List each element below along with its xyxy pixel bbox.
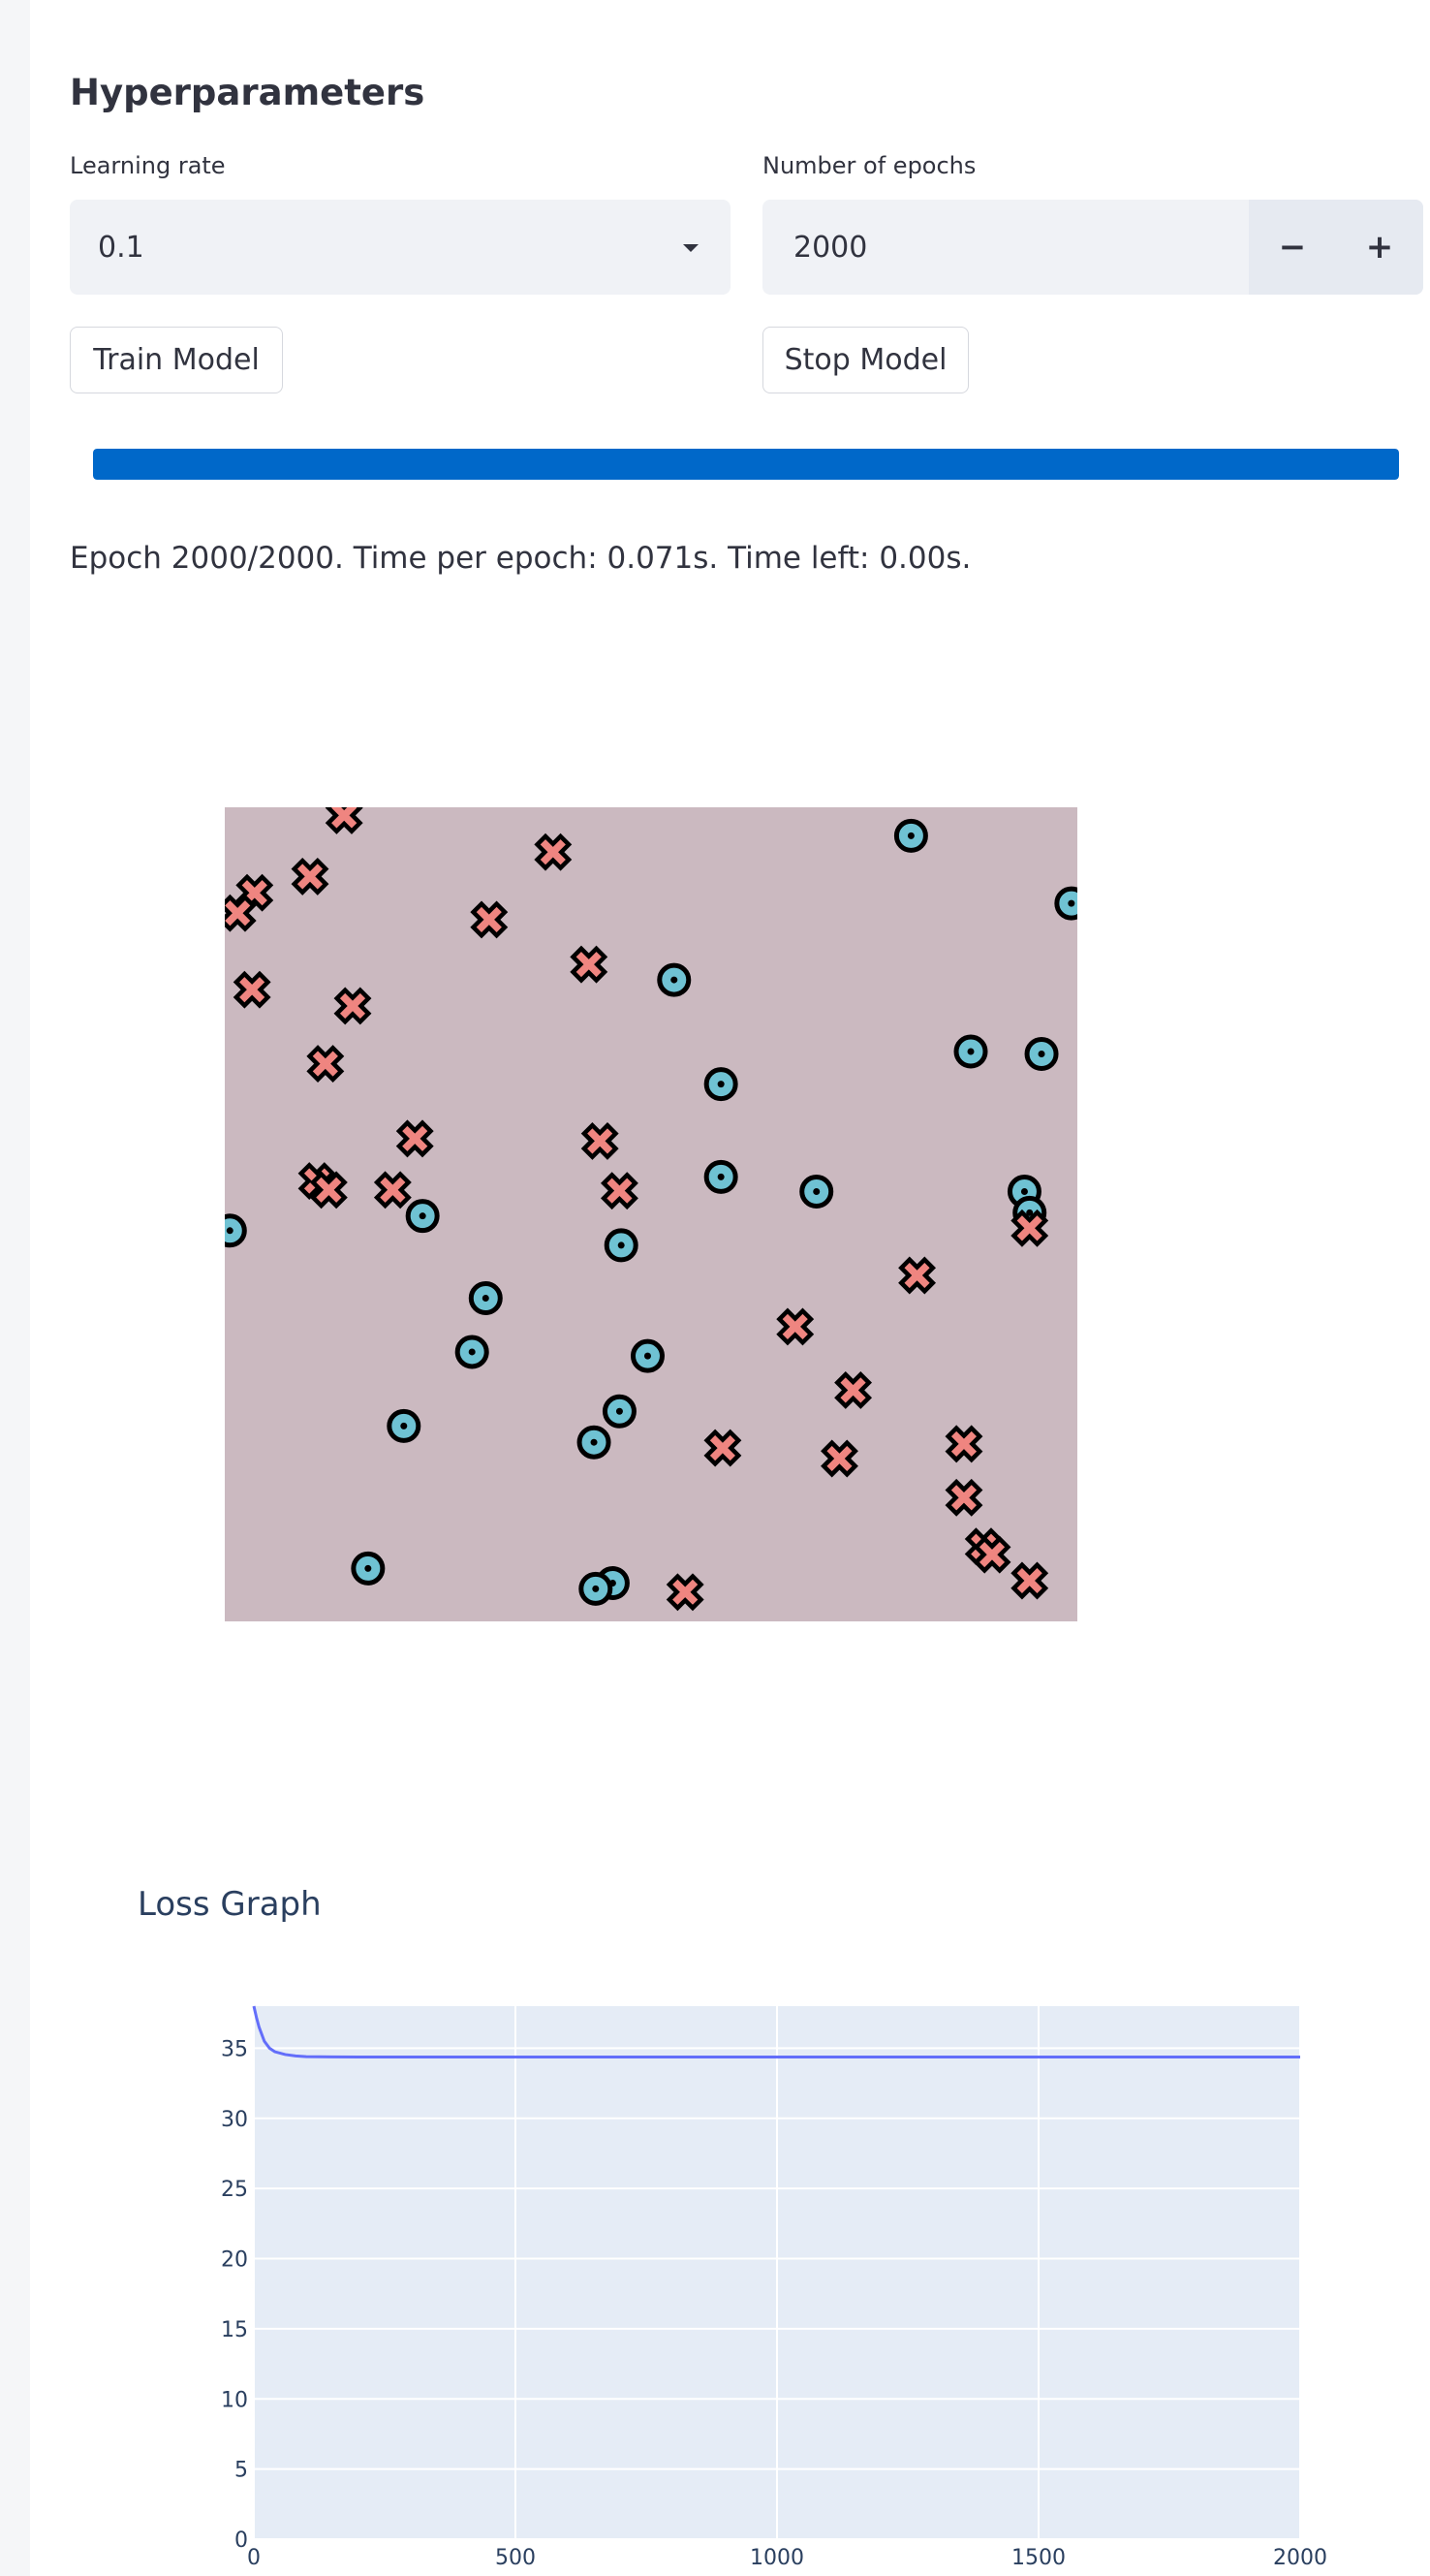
epochs-increment-button[interactable]: + xyxy=(1336,200,1423,295)
class-o-point xyxy=(578,1571,613,1606)
x-tick-label: 1500 xyxy=(1011,2546,1066,2570)
class-o-point xyxy=(225,1213,247,1248)
x-tick-label: 0 xyxy=(247,2546,261,2570)
page-heading: Hyperparameters xyxy=(70,72,425,113)
y-tick-label: 30 xyxy=(221,2108,248,2132)
y-tick-label: 15 xyxy=(221,2318,248,2342)
x-tick-label: 500 xyxy=(495,2546,536,2570)
loss-graph: 0 5 10 15 20 25 30 35 0 500 1000 1500 2000 xyxy=(221,2005,1327,2570)
train-model-button[interactable]: Train Model xyxy=(70,327,283,393)
x-tick-label: 2000 xyxy=(1273,2546,1327,2570)
class-o-point xyxy=(630,1338,665,1373)
training-progress-bar xyxy=(93,449,1399,480)
epochs-input[interactable]: 2000 − + xyxy=(762,200,1423,295)
class-o-point xyxy=(387,1408,421,1443)
y-tick-label: 0 xyxy=(234,2529,248,2553)
stop-model-button[interactable]: Stop Model xyxy=(762,327,969,393)
y-tick-label: 10 xyxy=(221,2388,248,2412)
epochs-label: Number of epochs xyxy=(762,152,977,179)
class-o-point xyxy=(953,1034,988,1069)
class-o-point xyxy=(1024,1037,1059,1072)
class-o-point xyxy=(576,1425,611,1460)
class-o-point xyxy=(703,1067,738,1102)
class-o-point xyxy=(468,1281,503,1316)
main-content: Hyperparameters Learning rate 0.1 Number… xyxy=(30,0,1430,2576)
y-tick-label: 5 xyxy=(234,2459,248,2483)
y-tick-label: 35 xyxy=(221,2037,248,2061)
learning-rate-label: Learning rate xyxy=(70,152,226,179)
progress-fill xyxy=(93,449,1399,480)
class-o-point xyxy=(604,1228,638,1263)
class-o-point xyxy=(602,1394,637,1429)
loss-graph-title: Loss Graph xyxy=(138,1885,322,1924)
chevron-down-icon[interactable] xyxy=(683,244,699,252)
training-status-text: Epoch 2000/2000. Time per epoch: 0.071s.… xyxy=(70,541,972,576)
epochs-value[interactable]: 2000 xyxy=(793,231,867,265)
class-o-point xyxy=(893,818,928,853)
sidebar-strip xyxy=(0,0,30,2576)
class-o-point xyxy=(454,1335,489,1369)
x-tick-label: 1000 xyxy=(750,2546,804,2570)
learning-rate-value: 0.1 xyxy=(98,231,144,265)
class-o-point xyxy=(405,1199,440,1234)
decision-boundary-plot xyxy=(225,807,1077,1621)
y-tick-label: 25 xyxy=(221,2178,248,2202)
class-o-point xyxy=(703,1159,738,1194)
epochs-decrement-button[interactable]: − xyxy=(1249,200,1336,295)
plot-background xyxy=(225,807,1077,1621)
class-o-point xyxy=(351,1551,386,1586)
y-tick-label: 20 xyxy=(221,2248,248,2273)
class-o-point xyxy=(657,962,692,997)
class-o-point xyxy=(1054,886,1077,921)
class-o-point xyxy=(799,1174,834,1209)
learning-rate-select[interactable]: 0.1 xyxy=(70,200,731,295)
